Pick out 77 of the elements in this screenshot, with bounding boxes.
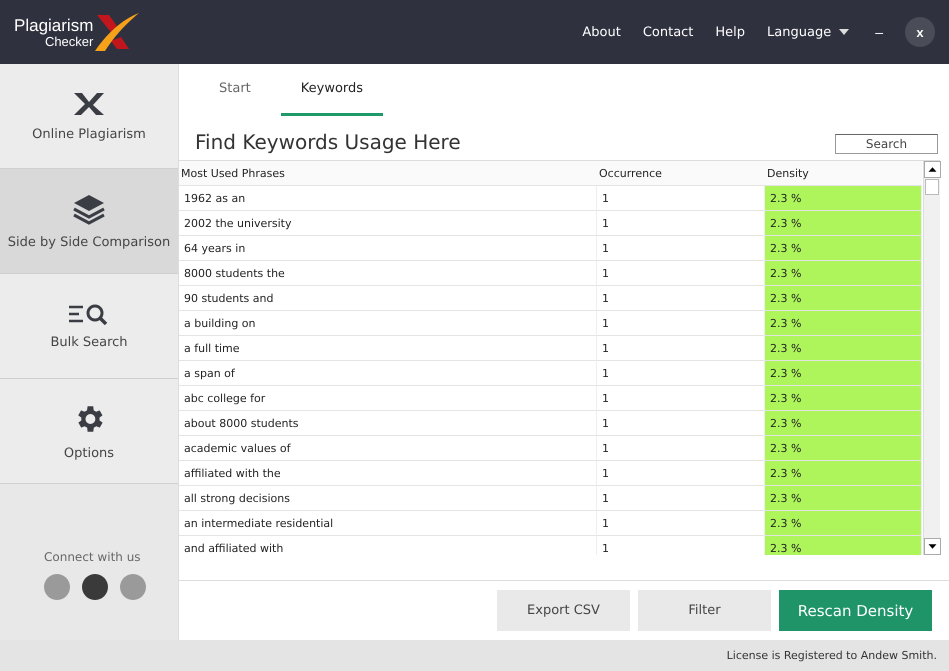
sidebar-label: Side by Side Comparison bbox=[8, 234, 170, 250]
minimize-button[interactable]: – bbox=[875, 24, 883, 40]
table-cell: all strong decisions bbox=[179, 486, 597, 511]
table-cell: 1 bbox=[597, 436, 765, 461]
action-button[interactable]: Filter bbox=[638, 590, 771, 631]
table-cell: 1962 as an bbox=[179, 186, 597, 211]
nav-link[interactable]: Help bbox=[715, 24, 746, 40]
table-cell: about 8000 students bbox=[179, 411, 597, 436]
sidebar-label: Options bbox=[64, 446, 114, 460]
caret-icon bbox=[839, 29, 850, 35]
table-cell: abc college for bbox=[179, 386, 597, 411]
table-cell: 1 bbox=[597, 186, 765, 211]
table-cell: 2002 the university bbox=[179, 211, 597, 236]
table-cell: academic values of bbox=[179, 436, 597, 461]
sidebar-label: Bulk Search bbox=[50, 334, 128, 350]
table-cell: 2.3 % bbox=[765, 411, 922, 436]
table-cell: 90 students and bbox=[179, 286, 597, 311]
table-cell: 2.3 % bbox=[765, 386, 922, 411]
nav-link[interactable]: Language bbox=[767, 24, 850, 40]
table-cell: 2.3 % bbox=[765, 211, 922, 236]
table-cell: 2.3 % bbox=[765, 286, 922, 311]
table-cell: 2.3 % bbox=[765, 311, 922, 336]
tab[interactable]: Keywords bbox=[280, 64, 384, 116]
table-cell: 1 bbox=[597, 286, 765, 311]
table-cell: 1 bbox=[597, 411, 765, 436]
close-button[interactable]: x bbox=[905, 17, 935, 47]
nav-link[interactable]: Contact bbox=[642, 24, 694, 40]
table-cell: affiliated with the bbox=[179, 461, 597, 486]
table-cell: a building on bbox=[179, 311, 597, 336]
table-cell: 1 bbox=[597, 236, 765, 261]
sidebar-item[interactable]: Options bbox=[0, 379, 178, 484]
sidebar-item[interactable]: Side by Side Comparison bbox=[0, 169, 178, 274]
table-cell: a full time bbox=[179, 336, 597, 361]
table-cell: 2.3 % bbox=[765, 336, 922, 361]
search-field[interactable]: Search bbox=[835, 134, 938, 154]
column-header: Occurrence bbox=[597, 161, 765, 186]
table-cell: an intermediate residential bbox=[179, 511, 597, 536]
table-cell: 2.3 % bbox=[765, 186, 922, 211]
tab[interactable]: Start bbox=[199, 64, 271, 116]
table-cell: 1 bbox=[597, 461, 765, 486]
scroll-up-icon[interactable] bbox=[924, 161, 941, 178]
column-header: Density bbox=[765, 161, 922, 186]
action-button[interactable]: Export CSV bbox=[497, 590, 630, 631]
social-icon[interactable] bbox=[82, 574, 108, 600]
table-cell: 1 bbox=[597, 486, 765, 511]
table-cell: 2.3 % bbox=[765, 536, 922, 555]
table-cell: 1 bbox=[597, 261, 765, 286]
connect-text: Connect with us bbox=[44, 550, 142, 564]
table-cell: 1 bbox=[597, 361, 765, 386]
table-cell: 8000 students the bbox=[179, 261, 597, 286]
sidebar-item[interactable]: Online Plagiarism bbox=[0, 64, 178, 169]
table-cell: 1 bbox=[597, 336, 765, 361]
table-cell: 2.3 % bbox=[765, 486, 922, 511]
x-logo-icon bbox=[72, 90, 106, 116]
action-button[interactable]: Rescan Density bbox=[779, 590, 932, 631]
logo-text: Plagiarism Checker bbox=[14, 16, 94, 48]
page-title: Find Keywords Usage Here bbox=[195, 130, 461, 154]
scroll-thumb[interactable] bbox=[925, 179, 939, 195]
table-cell: a span of bbox=[179, 361, 597, 386]
table-cell: 1 bbox=[597, 311, 765, 336]
table-cell: 2.3 % bbox=[765, 261, 922, 286]
license-text: License is Registered to Andew Smith. bbox=[726, 649, 937, 662]
table-cell: 2.3 % bbox=[765, 436, 922, 461]
layers-icon bbox=[72, 192, 106, 224]
table-cell: 1 bbox=[597, 386, 765, 411]
table-cell: 1 bbox=[597, 211, 765, 236]
scroll-down-icon[interactable] bbox=[924, 538, 941, 555]
sidebar-item[interactable]: Bulk Search bbox=[0, 274, 178, 379]
sidebar-label: Online Plagiarism bbox=[32, 126, 146, 142]
table-cell: 2.3 % bbox=[765, 361, 922, 386]
table-cell: 64 years in bbox=[179, 236, 597, 261]
table-cell: 2.3 % bbox=[765, 461, 922, 486]
table-cell: 2.3 % bbox=[765, 511, 922, 536]
table-cell: 2.3 % bbox=[765, 236, 922, 261]
column-header: Most Used Phrases bbox=[179, 161, 597, 186]
nav-link[interactable]: About bbox=[582, 24, 621, 40]
table-cell: 1 bbox=[597, 511, 765, 536]
